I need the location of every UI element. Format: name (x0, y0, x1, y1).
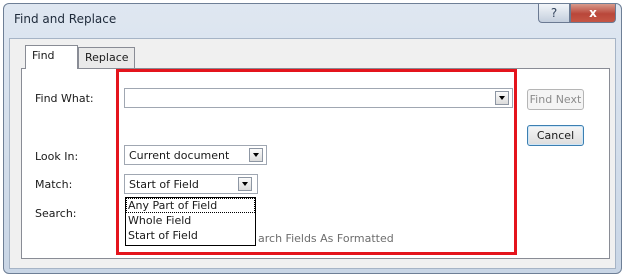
cancel-label: Cancel (536, 129, 575, 142)
find-next-button[interactable]: Find Next (527, 89, 584, 110)
match-option-start-of-field[interactable]: Start of Field (126, 228, 255, 243)
cancel-button[interactable]: Cancel (527, 125, 584, 146)
look-in-value: Current document (129, 149, 230, 162)
chevron-down-icon[interactable] (238, 177, 252, 191)
match-option-any-part[interactable]: Any Part of Field (126, 198, 255, 213)
dialog-title: Find and Replace (14, 12, 117, 26)
tab-find-label: Find (32, 49, 55, 62)
chevron-down-icon[interactable] (495, 91, 509, 105)
find-what-label: Find What: (35, 92, 94, 105)
tab-replace[interactable]: Replace (78, 47, 135, 68)
look-in-combo[interactable]: Current document (124, 145, 267, 165)
search-formatted-checkbox-label[interactable]: arch Fields As Formatted (258, 232, 394, 245)
search-label: Search: (35, 207, 77, 220)
match-value: Start of Field (129, 178, 199, 191)
close-icon: x (589, 6, 597, 20)
title-bar: Find and Replace (4, 4, 621, 34)
help-button[interactable]: ? (538, 4, 570, 23)
tab-find[interactable]: Find (25, 45, 78, 69)
chevron-down-icon[interactable] (249, 148, 263, 162)
find-what-combo[interactable] (124, 88, 513, 108)
match-combo[interactable]: Start of Field (124, 174, 258, 194)
match-label: Match: (35, 178, 73, 191)
match-dropdown-list[interactable]: Any Part of Field Whole Field Start of F… (125, 197, 256, 246)
tab-replace-label: Replace (85, 51, 129, 64)
find-next-label: Find Next (529, 93, 582, 106)
help-icon: ? (550, 6, 558, 20)
close-button[interactable]: x (570, 4, 616, 23)
look-in-label: Look In: (35, 150, 79, 163)
match-option-whole-field[interactable]: Whole Field (126, 213, 255, 228)
